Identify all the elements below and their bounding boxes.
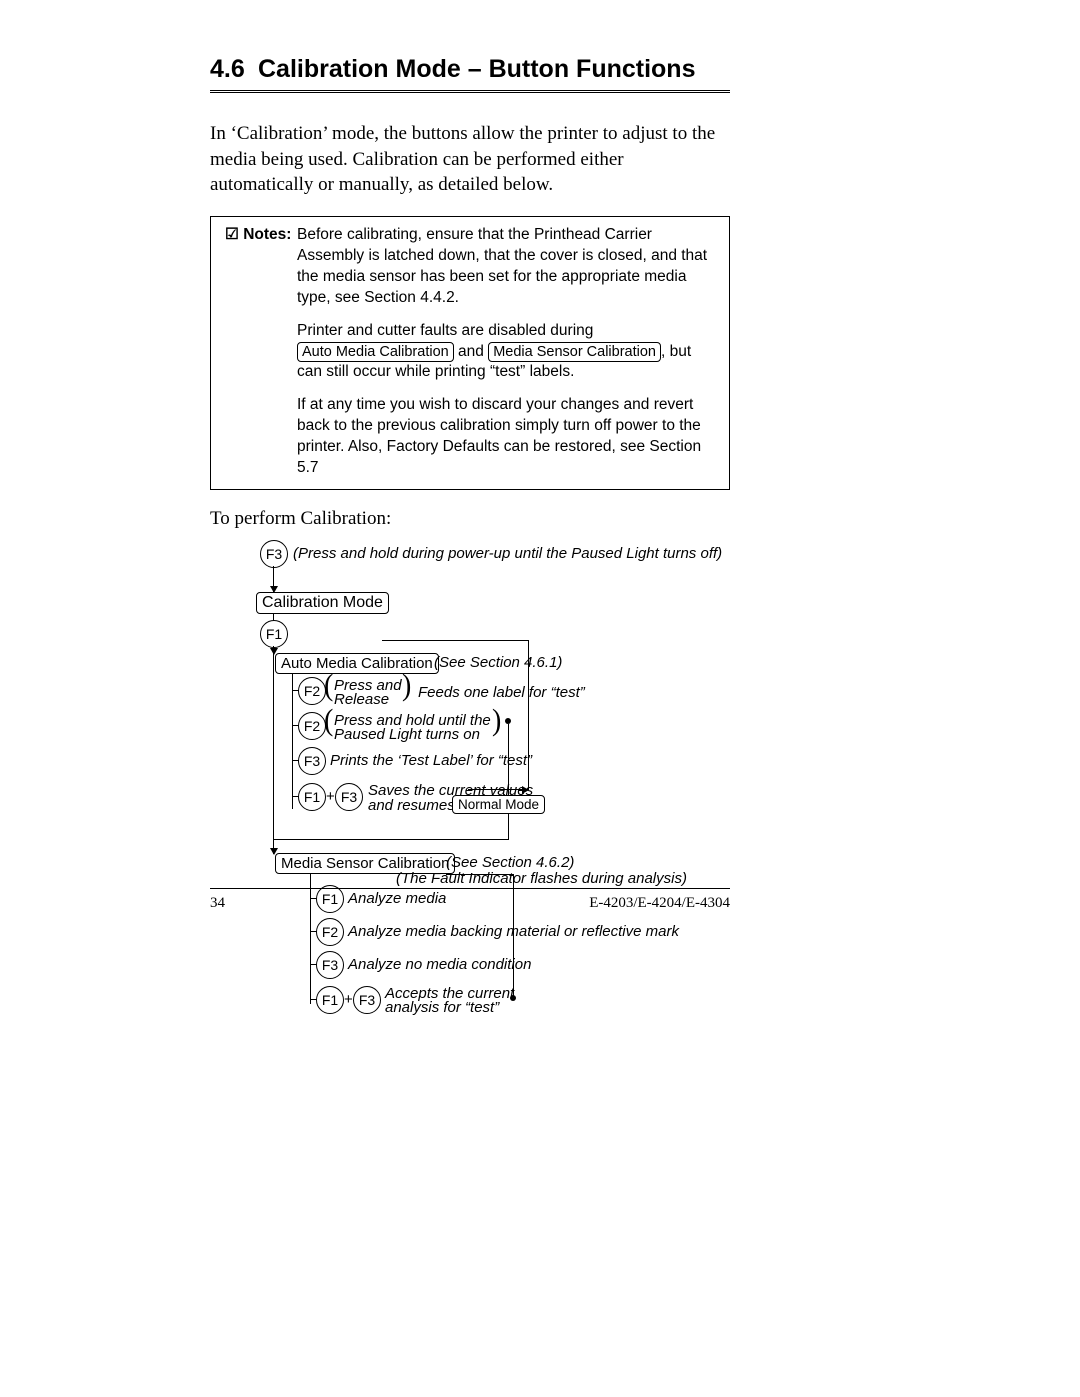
- notes-box: ☑ Notes: Before calibrating, ensure that…: [210, 216, 730, 490]
- plus-icon: +: [344, 992, 353, 1009]
- line: [273, 839, 274, 854]
- msc-note: (The Fault Indicator flashes during anal…: [396, 871, 687, 888]
- button-f3-analyze: F3: [316, 951, 344, 979]
- accept-b: analysis for “test”: [385, 1000, 499, 1017]
- brace-icon: ): [402, 668, 411, 703]
- f3-top-note: (Press and hold during power-up until th…: [293, 546, 722, 563]
- button-f2-press-hold: F2: [298, 712, 326, 740]
- line: [468, 789, 528, 790]
- lead-line: To perform Calibration:: [210, 508, 730, 530]
- notes-p2a: Printer and cutter faults are disabled d…: [297, 322, 593, 339]
- line: [273, 566, 274, 592]
- button-f1-save: F1: [298, 783, 326, 811]
- notes-p3: If at any time you wish to discard your …: [297, 395, 715, 479]
- brace-icon: (: [324, 703, 333, 738]
- notes-p2b: and: [454, 343, 488, 360]
- button-f3-print: F3: [298, 747, 326, 775]
- line: [382, 640, 529, 641]
- line: [446, 874, 514, 875]
- media-sensor-calibration-chip: Media Sensor Calibration: [488, 342, 661, 362]
- auto-media-calibration-box: Auto Media Calibration: [275, 653, 439, 674]
- notes-p2: Printer and cutter faults are disabled d…: [297, 321, 715, 384]
- page-number: 34: [210, 895, 225, 912]
- f2-pr-b: Release: [334, 692, 389, 709]
- button-f2-press-release: F2: [298, 677, 326, 705]
- f2-pr-note: Feeds one label for “test”: [418, 685, 585, 702]
- brace-icon: ): [492, 703, 501, 738]
- section-number: 4.6: [210, 55, 258, 84]
- plus-icon: +: [326, 789, 335, 806]
- notes-label: ☑ Notes:: [225, 225, 297, 246]
- line: [273, 839, 509, 840]
- analyze-none: Analyze no media condition: [348, 957, 531, 974]
- f2-hold-b: Paused Light turns on: [334, 727, 480, 744]
- doc-model: E-4203/E-4204/E-4304: [589, 895, 730, 912]
- f3-print-note: Prints the ‘Test Label’ for “test”: [330, 753, 532, 770]
- section-title: Calibration Mode – Button Functions: [258, 55, 695, 83]
- intro-paragraph: In ‘Calibration’ mode, the buttons allow…: [210, 121, 730, 198]
- button-f3-accept: F3: [353, 986, 381, 1014]
- save-b: and resumes: [368, 798, 455, 815]
- line: [528, 640, 529, 790]
- normal-mode-box: Normal Mode: [452, 795, 545, 814]
- button-f3-save: F3: [335, 783, 363, 811]
- notes-p1: Before calibrating, ensure that the Prin…: [297, 225, 715, 309]
- brace-icon: (: [324, 668, 333, 703]
- line: [273, 646, 274, 654]
- page-footer: 34 E-4203/E-4204/E-4304: [210, 888, 730, 912]
- auto-media-calibration-chip: Auto Media Calibration: [297, 342, 454, 362]
- line: [292, 674, 293, 809]
- button-f1-accept: F1: [316, 986, 344, 1014]
- button-f2-analyze: F2: [316, 918, 344, 946]
- section-heading: 4.6Calibration Mode – Button Functions: [210, 55, 730, 93]
- calibration-flowchart: F3 (Press and hold during power-up until…: [210, 540, 730, 1020]
- calibration-mode-box: Calibration Mode: [256, 592, 389, 614]
- button-f3-top: F3: [260, 540, 288, 568]
- button-f1: F1: [260, 620, 288, 648]
- auto-ref: (See Section 4.6.1): [434, 655, 562, 672]
